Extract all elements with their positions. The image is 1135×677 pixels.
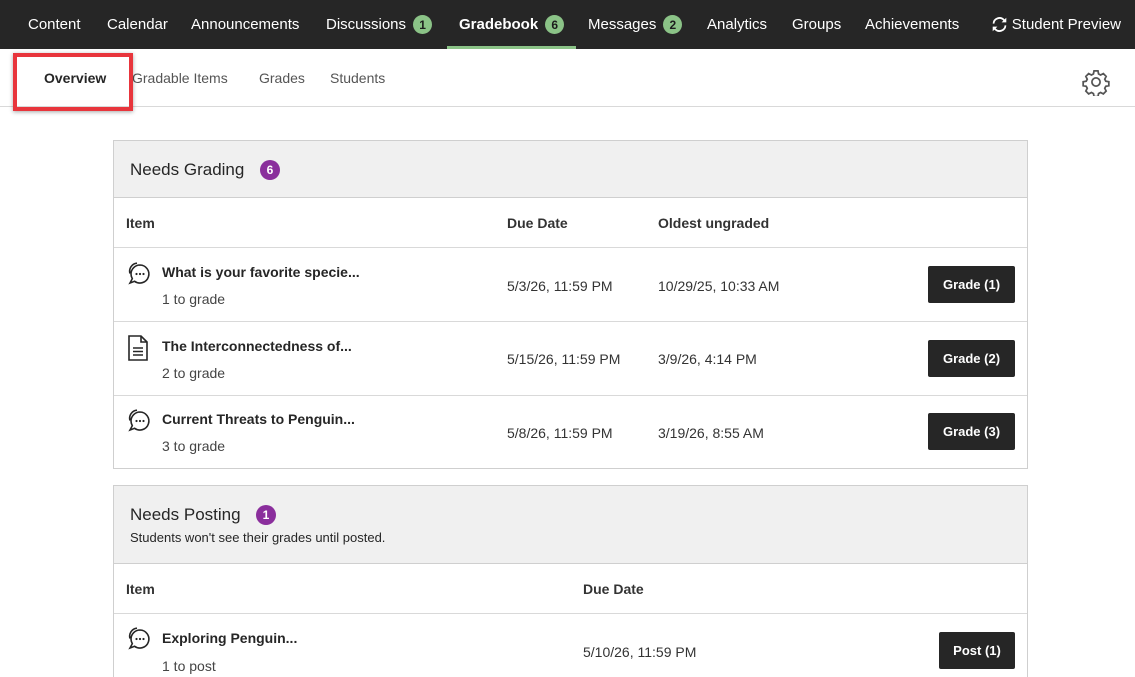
- card-subtitle: Students won't see their grades until po…: [130, 530, 386, 545]
- count-badge: 6: [260, 160, 280, 180]
- due-date: 5/15/26, 11:59 PM: [507, 351, 621, 367]
- nav-item-label: Discussions: [326, 16, 407, 33]
- nav-item-label: Messages: [588, 16, 657, 33]
- nav-item-discussions[interactable]: Discussions 1: [326, 0, 433, 49]
- item-count-text: 2 to grade: [162, 365, 226, 381]
- nav-item-label: Content: [28, 16, 81, 33]
- nav-badge: 1: [413, 15, 433, 34]
- oldest-ungraded: 3/19/26, 8:55 AM: [658, 425, 764, 441]
- tab-label: Grades: [259, 70, 305, 86]
- grade-button[interactable]: Grade (2): [928, 340, 1015, 377]
- column-header-due-date: Due Date: [507, 215, 568, 231]
- column-header-item: Item: [126, 581, 155, 597]
- item-title-link[interactable]: Exploring Penguin...: [162, 630, 297, 646]
- document-icon: [128, 335, 148, 361]
- column-headers: Item Due Date: [114, 564, 1027, 614]
- column-header-oldest-ungraded: Oldest ungraded: [658, 215, 770, 231]
- needs-posting-card: Needs Posting 1 Students won't see their…: [113, 485, 1028, 677]
- discussion-icon: [128, 409, 150, 432]
- table-row: Current Threats to Penguin... 3 to grade…: [114, 396, 1027, 468]
- tab-label: Gradable Items: [132, 70, 228, 86]
- post-button[interactable]: Post (1): [939, 632, 1015, 669]
- nav-item-label: Calendar: [107, 16, 168, 33]
- item-count-text: 1 to post: [162, 658, 216, 674]
- tab-label: Students: [330, 70, 386, 86]
- column-headers: Item Due Date Oldest ungraded: [114, 198, 1027, 248]
- due-date: 5/8/26, 11:59 PM: [507, 425, 613, 441]
- oldest-ungraded: 10/29/25, 10:33 AM: [658, 278, 780, 294]
- nav-badge: 6: [545, 15, 565, 34]
- tab-grades[interactable]: Grades: [259, 49, 305, 107]
- due-date: 5/10/26, 11:59 PM: [583, 644, 697, 660]
- table-row: Exploring Penguin... 1 to post 5/10/26, …: [114, 614, 1027, 677]
- tab-overview[interactable]: Overview: [44, 49, 106, 107]
- nav-item-gradebook[interactable]: Gradebook 6: [446, 0, 577, 49]
- nav-item-announcements[interactable]: Announcements: [191, 0, 299, 49]
- needs-grading-header: Needs Grading 6: [114, 141, 1027, 198]
- table-row: The Interconnectedness of... 2 to grade …: [114, 322, 1027, 396]
- grade-button[interactable]: Grade (1): [928, 266, 1015, 303]
- tab-gradable-items[interactable]: Gradable Items: [132, 49, 228, 107]
- nav-badge: 2: [663, 15, 683, 34]
- preview-refresh-icon: [992, 17, 1007, 32]
- nav-item-analytics[interactable]: Analytics: [707, 0, 767, 49]
- column-header-due-date: Due Date: [583, 581, 644, 597]
- nav-item-label: Analytics: [707, 16, 768, 33]
- nav-item-achievements[interactable]: Achievements: [865, 0, 959, 49]
- nav-item-label: Gradebook: [459, 16, 539, 33]
- table-row: What is your favorite specie... 1 to gra…: [114, 248, 1027, 322]
- gear-icon[interactable]: [1082, 68, 1110, 96]
- nav-item-content[interactable]: Content: [28, 0, 81, 49]
- oldest-ungraded: 3/9/26, 4:14 PM: [658, 351, 757, 367]
- item-title-link[interactable]: What is your favorite specie...: [162, 264, 360, 280]
- discussion-icon: [128, 627, 150, 650]
- nav-item-label: Achievements: [865, 16, 960, 33]
- nav-item-label: Announcements: [191, 16, 300, 33]
- nav-item-calendar[interactable]: Calendar: [107, 0, 168, 49]
- needs-posting-header: Needs Posting 1 Students won't see their…: [114, 486, 1027, 564]
- column-header-item: Item: [126, 215, 155, 231]
- item-count-text: 1 to grade: [162, 291, 226, 307]
- top-navigation: Content Calendar Announcements Discussio…: [0, 0, 1135, 49]
- discussion-icon: [128, 262, 150, 285]
- item-count-text: 3 to grade: [162, 438, 226, 454]
- nav-item-label: Groups: [792, 16, 842, 33]
- student-preview-button[interactable]: Student Preview: [991, 0, 1121, 49]
- item-title-link[interactable]: The Interconnectedness of...: [162, 338, 352, 354]
- needs-grading-card: Needs Grading 6 Item Due Date Oldest ung…: [113, 140, 1028, 469]
- gradebook-subnav: Overview Gradable Items Grades Students: [0, 49, 1135, 107]
- card-title: Needs Grading: [130, 160, 245, 179]
- item-title-link[interactable]: Current Threats to Penguin...: [162, 411, 355, 427]
- nav-item-messages[interactable]: Messages 2: [588, 0, 683, 49]
- nav-item-groups[interactable]: Groups: [792, 0, 841, 49]
- student-preview-label: Student Preview: [1011, 16, 1121, 33]
- tab-label: Overview: [44, 70, 107, 86]
- due-date: 5/3/26, 11:59 PM: [507, 278, 613, 294]
- grade-button[interactable]: Grade (3): [928, 413, 1015, 450]
- card-title: Needs Posting: [130, 505, 241, 524]
- count-badge: 1: [256, 505, 276, 525]
- tab-students[interactable]: Students: [330, 49, 385, 107]
